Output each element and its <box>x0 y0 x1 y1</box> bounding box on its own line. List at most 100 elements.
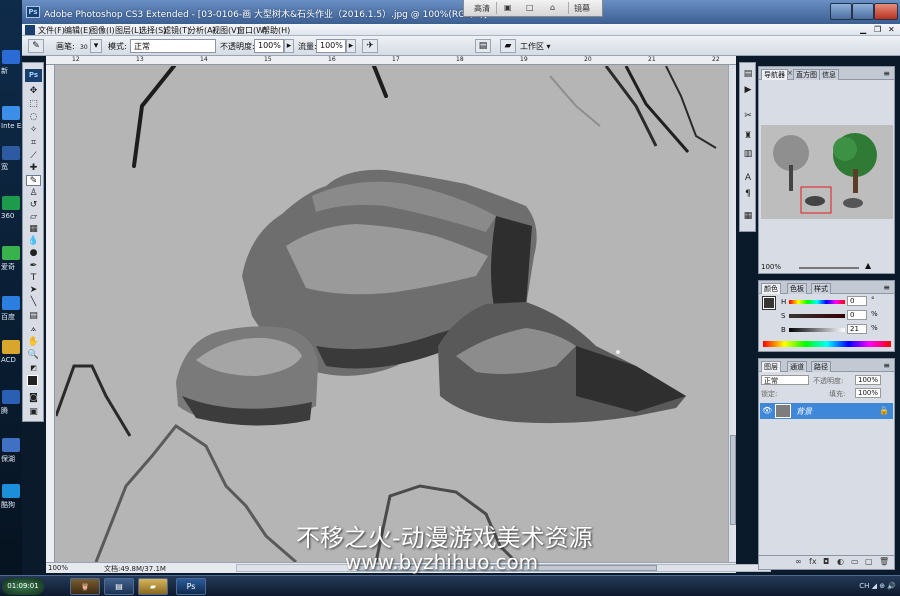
slice-tool-icon[interactable]: ⟋ <box>26 151 41 162</box>
menu-file[interactable]: 文件(F) <box>38 25 65 36</box>
painting-canvas[interactable] <box>56 66 728 562</box>
eraser-tool-icon[interactable]: ▱ <box>26 212 41 223</box>
layer-name[interactable]: 背景 <box>796 406 812 417</box>
taskbar-app-owl[interactable]: 🦉 <box>70 578 100 595</box>
brush-size[interactable]: 30 <box>80 44 88 51</box>
opacity-input[interactable]: 100% <box>254 39 284 53</box>
crop-tool-icon[interactable]: ⌗ <box>26 138 41 149</box>
ps-menu-icon[interactable] <box>25 25 35 35</box>
tab-styles[interactable]: 样式 <box>811 283 831 294</box>
window-icon[interactable]: □ <box>526 3 534 12</box>
tab-histogram[interactable]: 直方图 <box>793 69 820 80</box>
hand-tool-icon[interactable]: ✋ <box>26 337 41 348</box>
mirror-button[interactable]: 镜幕 <box>574 3 590 14</box>
healing-brush-tool-icon[interactable]: ✚ <box>26 163 41 174</box>
brush-tool-preset-icon[interactable]: ✎ <box>28 39 44 53</box>
broadband-icon[interactable] <box>2 146 20 160</box>
close-button[interactable] <box>874 3 898 20</box>
default-colors-icon[interactable]: ◩ <box>26 363 41 374</box>
baidu-icon[interactable] <box>2 296 20 310</box>
layer-row-background[interactable]: 👁 背景 🔒 <box>760 403 893 419</box>
opacity-dropdown-icon[interactable]: ▸ <box>284 39 294 53</box>
gradient-tool-icon[interactable]: ▦ <box>26 224 41 235</box>
tab-swatches[interactable]: 色板 <box>787 283 807 294</box>
panel-menu-icon[interactable]: ≡ <box>883 283 890 292</box>
airbrush-icon[interactable]: ✈ <box>362 39 378 53</box>
new-group-icon[interactable]: ▭ <box>851 557 859 566</box>
h-value[interactable]: 0 <box>847 296 867 306</box>
window-titlebar[interactable]: Ps Adobe Photoshop CS3 Extended - [03-01… <box>22 0 900 24</box>
shape-tool-icon[interactable]: ╲ <box>26 297 41 308</box>
layer-mask-icon[interactable]: ◘ <box>823 557 829 566</box>
tab-info[interactable]: 信息 <box>819 69 839 80</box>
zoom-level[interactable]: 100% <box>48 564 68 572</box>
fit-icon[interactable]: ▣ <box>504 3 512 12</box>
fill-input[interactable]: 100% <box>855 388 881 398</box>
blend-mode-select[interactable]: 正常 <box>761 375 809 385</box>
vertical-scrollbar[interactable] <box>728 65 736 562</box>
system-tray[interactable]: CH ◢ ⊕ 🔊 <box>859 582 896 590</box>
history-panel-icon[interactable]: ▤ <box>742 69 754 80</box>
type-tool-icon[interactable]: T <box>26 273 41 284</box>
visibility-eye-icon[interactable]: 👁 <box>762 406 772 416</box>
home-icon[interactable]: ⌂ <box>550 3 555 12</box>
character-panel-icon[interactable]: A <box>742 173 754 184</box>
brush-picker-icon[interactable]: ▾ <box>90 39 102 53</box>
zoom-in-icon[interactable]: ▲ <box>865 261 871 270</box>
tablet-icon[interactable]: ▰ <box>500 39 516 53</box>
acdsee-icon[interactable] <box>2 340 20 354</box>
ie-icon[interactable] <box>2 106 20 120</box>
baohu-icon[interactable] <box>2 438 20 452</box>
minimize-button[interactable] <box>830 3 852 20</box>
link-layers-icon[interactable]: ∞ <box>795 557 802 566</box>
menu-help[interactable]: 帮助(H) <box>262 25 290 36</box>
panel-menu-icon[interactable]: ≡ <box>883 69 890 78</box>
s-slider[interactable] <box>789 314 845 318</box>
new-layer-icon[interactable]: ▢ <box>865 557 873 566</box>
menu-image[interactable]: 图像(I) <box>90 25 115 36</box>
navigator-zoom-value[interactable]: 100% <box>761 263 781 271</box>
brushes-panel-icon[interactable]: ✂ <box>742 111 754 122</box>
hd-button[interactable]: 高清 <box>474 3 490 14</box>
spectrum-bar[interactable] <box>763 341 891 347</box>
actions-panel-icon[interactable]: ▶ <box>742 85 754 96</box>
lasso-tool-icon[interactable]: ◌ <box>26 112 41 123</box>
document-size-info[interactable]: 文档:49.8M/37.1M <box>104 564 166 574</box>
flow-input[interactable]: 100% <box>316 39 346 53</box>
path-selection-tool-icon[interactable]: ➤ <box>26 285 41 296</box>
workspace-button[interactable]: 工作区 ▾ <box>520 41 551 52</box>
tencent-icon[interactable] <box>2 390 20 404</box>
screen-mode-icon[interactable]: ▣ <box>26 407 41 418</box>
menu-view[interactable]: 视图(V) <box>212 25 240 36</box>
taskbar-app-notes[interactable]: ▤ <box>104 578 134 595</box>
tab-close-icon[interactable]: × <box>787 69 793 77</box>
tab-navigator[interactable]: 导航器 <box>761 69 788 80</box>
foreground-color-swatch[interactable] <box>27 375 38 386</box>
menu-filter[interactable]: 滤镜(T) <box>163 25 190 36</box>
palette-well-icon[interactable]: ▤ <box>475 39 491 53</box>
doc-restore-icon[interactable]: ❐ <box>874 25 881 34</box>
magic-wand-tool-icon[interactable]: ✧ <box>26 125 41 136</box>
layer-comps-panel-icon[interactable]: ▦ <box>742 211 754 222</box>
pen-tool-icon[interactable]: ✒ <box>26 261 41 272</box>
tab-layers[interactable]: 图层 <box>761 361 781 372</box>
tool-presets-panel-icon[interactable]: ▥ <box>742 149 754 160</box>
h-slider[interactable] <box>789 300 845 304</box>
menu-edit[interactable]: 编辑(E) <box>64 25 91 36</box>
vertical-scroll-thumb[interactable] <box>730 435 736 525</box>
iqiyi-icon[interactable] <box>2 246 20 260</box>
panel-menu-icon[interactable]: ≡ <box>883 361 890 370</box>
clone-stamp-tool-icon[interactable]: ♙ <box>26 188 41 199</box>
eyedropper-tool-icon[interactable]: ⟑ <box>26 324 41 335</box>
paragraph-panel-icon[interactable]: ¶ <box>742 189 754 200</box>
delete-layer-icon[interactable]: 🗑 <box>879 557 889 566</box>
tab-color[interactable]: 颜色 <box>761 283 781 294</box>
desktop-icon[interactable] <box>2 50 20 64</box>
notes-tool-icon[interactable]: ▤ <box>26 311 41 322</box>
mode-select[interactable]: 正常 <box>130 39 216 53</box>
adjustment-layer-icon[interactable]: ◐ <box>837 557 844 566</box>
restore-button[interactable] <box>852 3 874 20</box>
kugou-icon[interactable] <box>2 484 20 498</box>
start-clock-button[interactable]: 01:09:01 <box>2 578 44 595</box>
taskbar-app-photoshop[interactable]: Ps <box>176 578 206 595</box>
